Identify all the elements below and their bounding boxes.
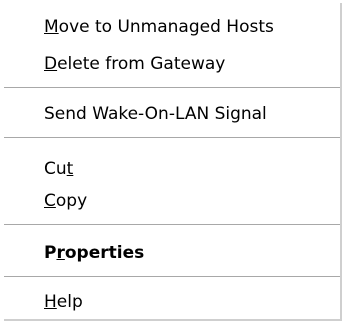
menu-item-accelerator: r <box>56 243 65 263</box>
menu-item-label-pre: Cu <box>44 159 67 179</box>
menu-item-label-post: operties <box>64 243 145 263</box>
menu-item-label-post: ove to Unmanaged Hosts <box>58 17 274 37</box>
menu-separator <box>4 87 340 89</box>
menu-separator <box>4 137 340 139</box>
menu-item-copy[interactable]: Copy <box>44 188 87 214</box>
menu-item-label-pre: P <box>44 243 57 263</box>
menu-item-accelerator: D <box>44 54 58 74</box>
menu-item-label-post: elete from Gateway <box>57 54 226 74</box>
menu-item-label-post: elp <box>56 292 83 312</box>
menu-item-accelerator: t <box>66 159 74 179</box>
menu-item-accelerator: H <box>44 292 57 312</box>
menu-item-move-to-unmanaged-hosts[interactable]: Move to Unmanaged Hosts <box>44 14 274 40</box>
menu-item-send-wake-on-lan[interactable]: Send Wake-On-LAN Signal <box>44 101 267 127</box>
menu-item-help[interactable]: Help <box>44 289 83 315</box>
menu-item-label-pre: Send Wake-On-LAN Signal <box>44 104 267 124</box>
context-menu: Move to Unmanaged Hosts Delete from Gate… <box>4 3 342 321</box>
menu-item-accelerator: M <box>44 17 59 37</box>
menu-separator <box>4 224 340 226</box>
menu-item-properties[interactable]: Properties <box>44 240 144 266</box>
menu-item-label-post: opy <box>55 191 88 211</box>
menu-item-cut[interactable]: Cut <box>44 156 73 182</box>
menu-separator <box>4 276 340 278</box>
menu-item-delete-from-gateway[interactable]: Delete from Gateway <box>44 51 225 77</box>
menu-item-accelerator: C <box>44 191 56 211</box>
